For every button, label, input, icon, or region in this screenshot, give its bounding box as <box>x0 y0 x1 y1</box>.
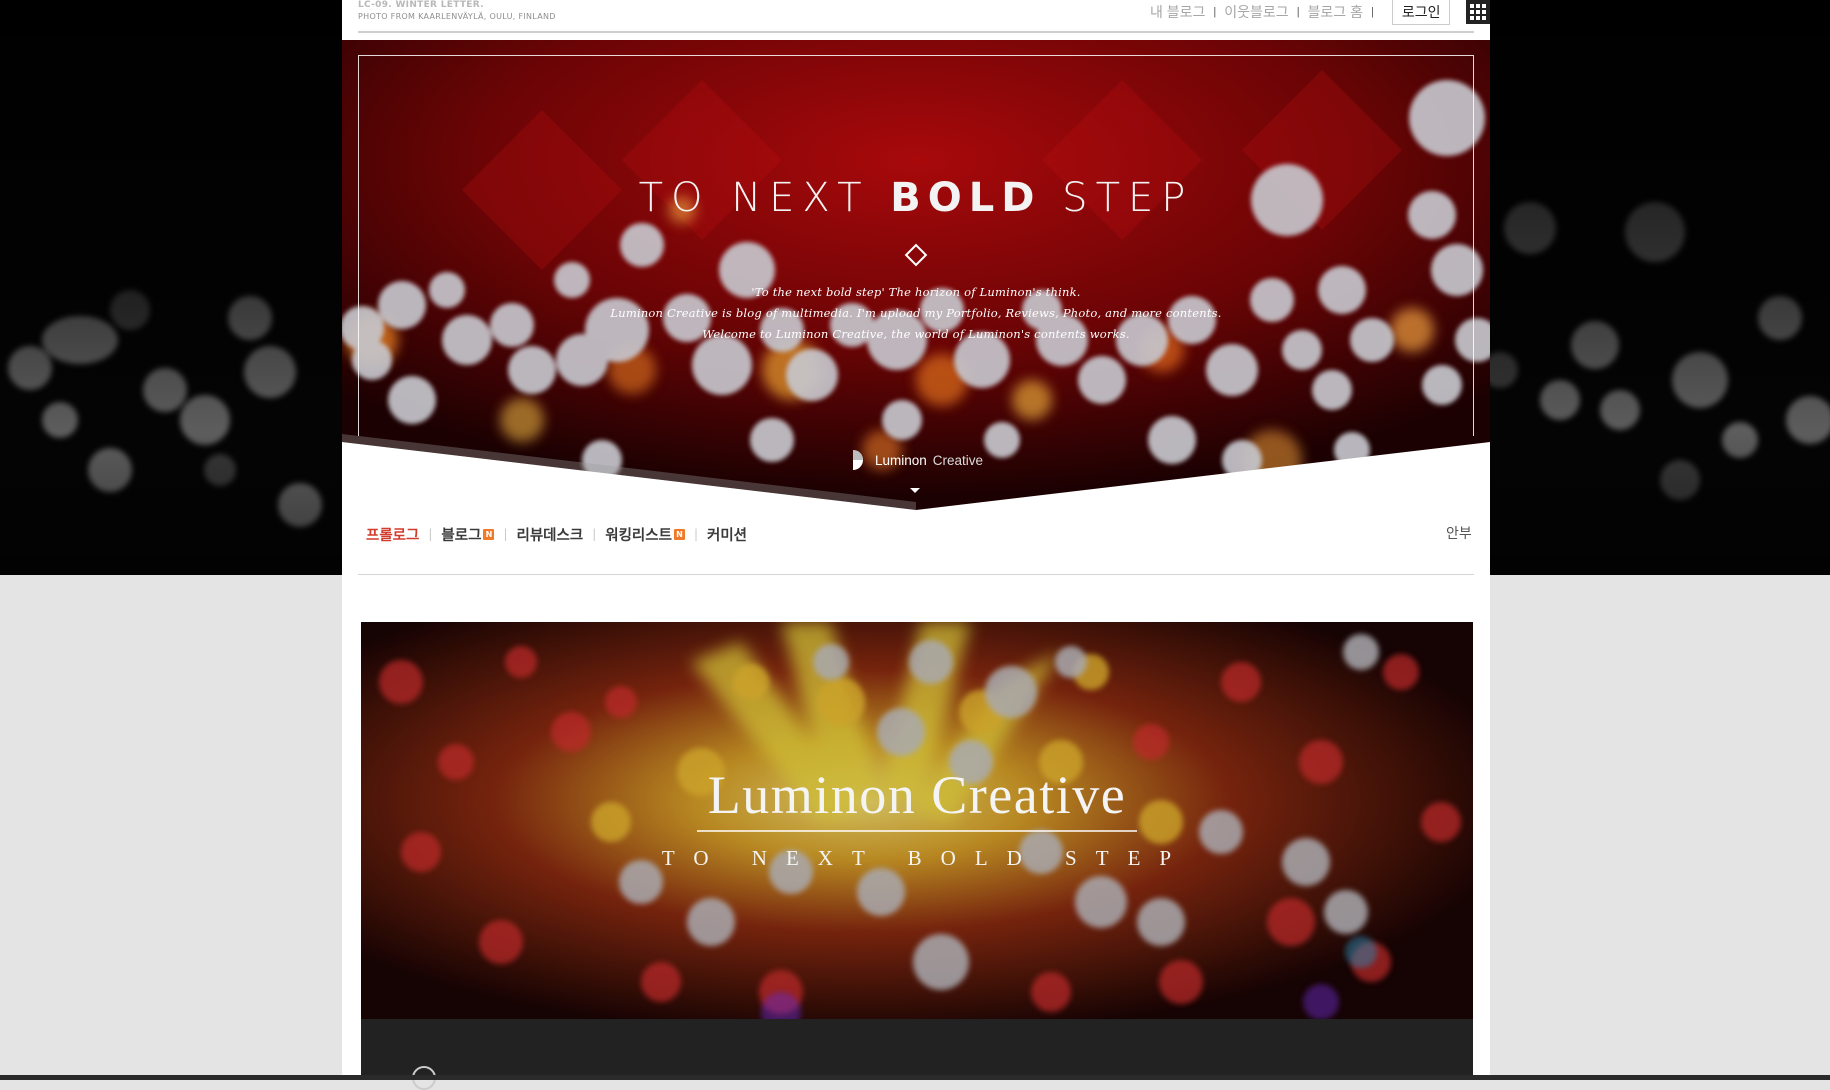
luminon-logo-icon <box>852 450 863 470</box>
content-panel <box>361 1019 1473 1080</box>
tagline-line: Welcome to Luminon Creative, the world o… <box>702 327 1130 341</box>
divider: | <box>693 527 698 541</box>
tagline-line: 'To the next bold step' The horizon of L… <box>751 285 1081 299</box>
top-navigation: 내 블로그 | 이웃블로그 | 블로그 홈 | 로그인 <box>1150 0 1491 25</box>
tagline-line: Luminon Creative is blog of multimedia. … <box>610 306 1222 320</box>
hero-title: TO NEXT BOLD STEP <box>342 175 1490 221</box>
grid-icon <box>1470 4 1487 20</box>
divider: | <box>428 527 433 541</box>
header-divider <box>358 31 1474 33</box>
nav-label: 블로그 <box>441 527 482 544</box>
nav-item-working-list[interactable]: 워킹리스트 N <box>605 524 685 545</box>
main-navigation: 프롤로그 | 블로그 N | 리뷰데스크 | 워킹리스트 N | 커미션 <box>366 522 747 546</box>
nav-item-prologue[interactable]: 프롤로그 <box>366 524 419 545</box>
hero-tagline: 'To the next bold step' The horizon of L… <box>342 282 1490 345</box>
banner-title: Luminon Creative <box>707 765 1127 825</box>
divider: | <box>1213 6 1217 18</box>
new-badge: N <box>483 528 495 540</box>
hero-title-bold: BOLD <box>890 175 1042 221</box>
nav-label: 커미션 <box>707 527 748 544</box>
brand-suffix: Creative <box>932 452 984 468</box>
nav-label: 리뷰데스크 <box>516 527 584 544</box>
brand-name: Luminon <box>874 452 927 468</box>
nav-item-review-desk[interactable]: 리뷰데스크 <box>517 524 584 545</box>
nav-label: 워킹리스트 <box>605 527 672 544</box>
nav-item-blog[interactable]: 블로그 N <box>441 524 495 545</box>
caption-credit: PHOTO FROM KAARLENVÄYLÄ, OULU, FINLAND <box>358 12 556 21</box>
banner-divider <box>697 830 1137 832</box>
guestbook-link[interactable]: 안부 <box>1446 522 1472 546</box>
banner-subtitle: TO NEXT BOLD STEP <box>661 846 1191 870</box>
divider: | <box>503 527 508 541</box>
blog-home-link[interactable]: 블로그 홈 <box>1308 2 1363 22</box>
bottom-bar <box>0 1075 1830 1080</box>
hero-title-part: TO NEXT <box>638 175 891 221</box>
divider: | <box>592 527 597 541</box>
apps-button[interactable] <box>1466 0 1491 24</box>
hero-title-part: STEP <box>1041 175 1194 221</box>
feature-banner[interactable]: Luminon Creative TO NEXT BOLD STEP <box>361 622 1473 1019</box>
neighbor-blog-link[interactable]: 이웃블로그 <box>1224 2 1288 22</box>
nav-divider <box>358 574 1474 575</box>
nav-item-commission[interactable]: 커미션 <box>707 524 747 545</box>
caret-down-icon <box>910 488 920 493</box>
divider: | <box>1296 6 1300 18</box>
hero-banner: TO NEXT BOLD STEP 'To the next bold step… <box>342 40 1490 520</box>
new-badge: N <box>673 528 685 540</box>
hero-brand-logo[interactable]: Luminon Creative <box>842 448 990 472</box>
caption-code: LC-09. WINTER LETTER. <box>358 0 484 10</box>
divider: | <box>1370 6 1374 18</box>
my-blog-link[interactable]: 내 블로그 <box>1150 2 1205 22</box>
blog-caption: LC-09. WINTER LETTER. PHOTO FROM KAARLEN… <box>358 0 556 23</box>
login-button[interactable]: 로그인 <box>1391 0 1451 25</box>
nav-label: 프롤로그 <box>366 527 420 544</box>
